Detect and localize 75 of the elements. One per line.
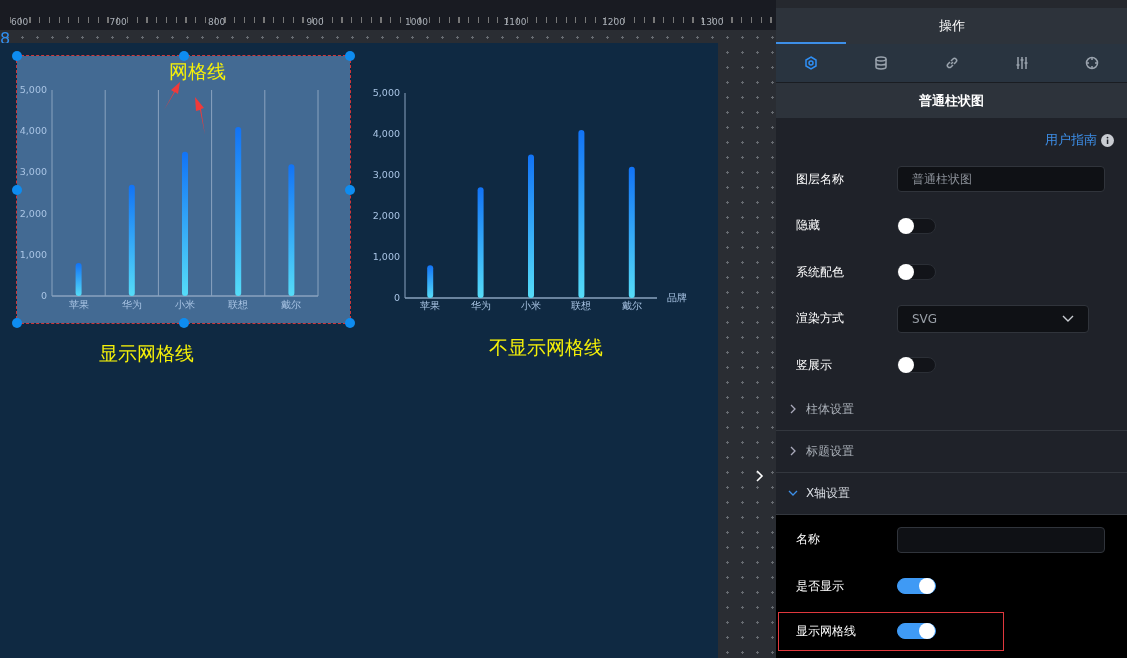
ruler-label: 800: [207, 17, 227, 27]
chevron-down-icon: [1062, 314, 1074, 323]
field-label: 渲染方式: [796, 310, 845, 328]
link-icon[interactable]: [944, 56, 959, 70]
toggle-switch[interactable]: [897, 264, 936, 281]
chevron-right-icon: [788, 446, 798, 456]
category-label: 苹果: [68, 299, 89, 310]
category-label: 苹果: [420, 300, 441, 311]
panel-tab[interactable]: 操作: [938, 17, 965, 35]
toggle-switch[interactable]: [897, 357, 936, 374]
resize-handle[interactable]: [12, 51, 22, 61]
y-tick-label: 1,000: [372, 251, 400, 262]
x-axis-title: 品牌: [667, 292, 687, 303]
text-input[interactable]: 普通柱状图: [897, 166, 1105, 193]
settings-icon[interactable]: [804, 56, 819, 70]
category-label: 小米: [521, 300, 541, 311]
select-dropdown[interactable]: SVG: [897, 304, 1089, 333]
ruler-label: 1300: [699, 17, 725, 27]
text-input[interactable]: [897, 526, 1105, 553]
chart-widget[interactable]: 网格线 0 1,000 2,000 3,000 4,000 5,000 苹果 华为 小米 联想 戴尔: [17, 56, 350, 323]
collapse-header[interactable]: X轴设置: [776, 472, 1127, 515]
database-icon[interactable]: [874, 56, 889, 70]
toggle-switch[interactable]: [897, 217, 936, 234]
y-tick-label: 4,000: [19, 125, 47, 137]
field-label: 显示网格线: [796, 622, 857, 640]
ruler-label: 1100: [502, 17, 528, 27]
y-tick-label: 0: [40, 290, 47, 301]
y-tick-label: 0: [393, 292, 400, 303]
resize-handle[interactable]: [12, 318, 22, 328]
chevron-right-icon: [788, 404, 798, 414]
toggle-switch[interactable]: [897, 578, 936, 595]
category-label: 戴尔: [621, 300, 642, 311]
info-icon: [1101, 133, 1114, 147]
field-label: 是否显示: [796, 577, 845, 595]
ruler-label: 1200: [601, 17, 626, 27]
category-label: 戴尔: [281, 299, 302, 310]
y-tick-label: 2,000: [19, 207, 47, 219]
y-tick-label: 5,000: [19, 84, 47, 95]
y-tick-label: 3,000: [19, 166, 47, 178]
category-label: 华为: [470, 300, 491, 311]
ruler-label: 900: [305, 17, 325, 27]
chevron-down-icon: [788, 488, 798, 498]
chevron-right-icon[interactable]: [756, 470, 764, 482]
field-label: 图层名称: [796, 170, 845, 188]
section-title: 普通柱状图: [776, 83, 1127, 118]
ruler-label: 1000: [404, 17, 429, 27]
category-label: 联想: [228, 299, 249, 310]
bar: [427, 265, 434, 298]
crosshair-icon[interactable]: [1084, 56, 1099, 70]
category-label: 华为: [121, 299, 142, 310]
annotation-text: 网格线: [169, 62, 226, 81]
field-label: 竖展示: [796, 356, 833, 374]
collapse-header[interactable]: 柱体设置: [776, 388, 1127, 431]
ruler-label: 600: [10, 17, 30, 27]
chart-caption: 显示网格线: [99, 341, 194, 366]
y-tick-label: 1,000: [19, 248, 47, 260]
y-tick-label: 3,000: [372, 169, 400, 180]
y-tick-label: 4,000: [372, 128, 400, 139]
category-label: 小米: [175, 299, 195, 310]
collapse-header[interactable]: 标题设置: [776, 430, 1127, 473]
field-label: 名称: [796, 531, 821, 549]
ruler-label: 700: [108, 17, 128, 27]
chart-widget[interactable]: 0 1,000 2,000 3,000 4,000 5,000 苹果 华为 小米 联想 戴尔 品牌: [360, 80, 700, 320]
sliders-icon[interactable]: [1014, 56, 1029, 70]
resize-handle[interactable]: [345, 318, 355, 328]
bar: [75, 263, 82, 296]
toggle-switch[interactable]: [897, 623, 936, 639]
y-tick-label: 2,000: [372, 210, 400, 221]
field-label: 系统配色: [796, 263, 845, 281]
chart-caption: 不显示网格线: [489, 335, 603, 360]
field-label: 隐藏: [796, 217, 821, 235]
y-tick-label: 5,000: [372, 87, 400, 98]
resize-handle[interactable]: [345, 51, 355, 61]
user-guide-link[interactable]: 用户指南: [1045, 131, 1097, 149]
category-label: 联想: [571, 300, 592, 311]
